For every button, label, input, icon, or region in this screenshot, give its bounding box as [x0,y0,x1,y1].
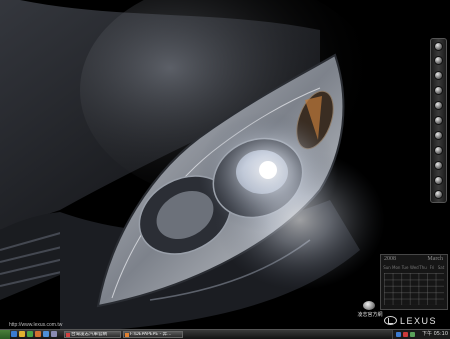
quick-launch [11,331,63,338]
dock-icon-9[interactable] [434,161,443,170]
calendar-day-grid[interactable] [384,273,444,305]
mail-icon[interactable] [43,331,49,337]
network-icon[interactable] [396,332,401,337]
weekday-label: Fri [429,265,435,270]
dock-icon-3[interactable] [434,71,443,80]
chat-icon[interactable] [27,331,33,337]
lexus-logo: LEXUS [384,315,444,327]
weekday-label: Tue [401,265,409,270]
dock-icon-8[interactable] [434,146,443,155]
weekday-label: Thu [419,265,427,270]
dock-icon-1[interactable] [434,42,443,51]
music-icon [125,333,129,337]
volume-icon[interactable] [403,332,408,337]
taskbar-button[interactable]: 台灣凌志汽車官網 [64,331,121,338]
taskbar-button-label: F:\DEPAPEPE - 奔... [130,332,172,337]
dock-icon-6[interactable] [434,116,443,125]
folder-icon[interactable] [19,331,25,337]
calendar-weekday-row: Sun Mon Tue Wed Thu Fri Sat [383,265,445,271]
wallpaper-url-caption: http://www.lexus.com.tw [9,322,63,328]
weekday-label: Mon [392,265,401,270]
calendar-gadget[interactable]: 2008 March Sun Mon Tue Wed Thu Fri Sat [380,254,448,310]
media-icon[interactable] [35,331,41,337]
browser-icon [66,333,70,337]
calendar-year: 2008 [384,256,396,262]
browser-icon[interactable] [11,331,17,337]
taskbar-button-label: 台灣凌志汽車官網 [71,332,107,337]
globe-icon [363,301,375,310]
dock-icon-10[interactable] [434,176,443,185]
brand-gadget-label: 凌志官方網 [357,312,383,318]
icon-dock [430,38,447,203]
weekday-label: Wed [410,265,419,270]
dock-icon-11[interactable] [434,190,443,199]
desktop-icon[interactable] [51,331,57,337]
lexus-emblem-icon [384,316,397,325]
dock-icon-7[interactable] [434,131,443,140]
calendar-month: March [427,256,443,262]
desktop[interactable]: http://www.lexus.com.tw 2008 March Sun M… [0,0,450,329]
security-icon[interactable] [410,332,415,337]
weekday-label: Sat [437,265,445,270]
taskbar-button[interactable]: F:\DEPAPEPE - 奔... [123,331,183,338]
weekday-label: Sun [383,265,391,270]
lexus-wordmark: LEXUS [400,316,438,326]
dock-icon-5[interactable] [434,101,443,110]
dock-icon-2[interactable] [434,56,443,65]
dock-icon-4[interactable] [434,86,443,95]
brand-gadget[interactable]: 凌志官方網 [356,301,384,327]
